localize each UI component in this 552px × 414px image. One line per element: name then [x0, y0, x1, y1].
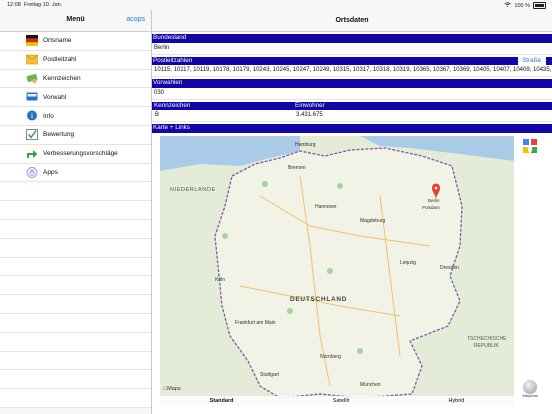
svg-text:TSCHECHISCHE: TSCHECHISCHE [467, 336, 507, 342]
map-type-hybrid[interactable]: Hybrid [448, 396, 464, 406]
arrow-icon [26, 148, 38, 159]
section-kennzeichen-einwohner: Kennzeichen Einwohner [152, 101, 552, 110]
checkmark-icon [26, 129, 38, 140]
list-row-empty [0, 333, 151, 352]
status-bar: 12:08 Freitag 10. Jan. 100 % [0, 0, 552, 10]
kennzeichen-value: B [155, 112, 160, 118]
section-postleitzahlen: Postleitzahlen Straße [152, 56, 552, 65]
list-row-empty [0, 258, 151, 277]
sidebar-item-info[interactable]: i Info [0, 107, 151, 126]
sidebar: Menü acops Ortsname Postleitzahl Kennzei… [0, 10, 152, 414]
einwohner-value: 3.431.675 [296, 112, 323, 118]
plz-value: 10115, 10117, 10119, 10178, 10179, 10243… [152, 65, 552, 77]
map-label-muenchen: München [360, 382, 381, 388]
page-title: Ortsdaten [152, 10, 552, 32]
sidebar-item-kennzeichen[interactable]: Kennzeichen [0, 69, 151, 89]
map-type-selector: Standard Satellit Hybrid [160, 396, 514, 406]
wifi-icon [504, 2, 512, 9]
sidebar-item-ortsname[interactable]: Ortsname [0, 32, 151, 51]
section-karte-links: Karte + Links [152, 124, 552, 133]
map-label-niederlande: NIEDERLANDE [170, 187, 216, 193]
list-row-empty [0, 389, 151, 408]
map-label-stuttgart: Stuttgart [260, 372, 280, 378]
sidebar-item-label: Verbesserungsvorschläge [43, 150, 118, 158]
sidebar-item-vorwahl[interactable]: Vorwahl [0, 88, 151, 108]
main-panel: Ortsdaten Bundesland Berlin Postleitzahl… [152, 10, 552, 414]
phone-card-icon [26, 91, 38, 102]
map-label-hamburg: Hamburg [295, 142, 316, 148]
wikipedia-icon[interactable]: Wikipedia [519, 380, 541, 404]
sidebar-item-label: Ortsname [43, 37, 72, 45]
section-vorwahlen: Vorwahlen [152, 79, 552, 88]
map-label-berlin: Berlin [428, 198, 440, 203]
map-label-bremen: Bremen [288, 165, 306, 171]
sidebar-item-apps[interactable]: Apps [0, 163, 151, 183]
list-row-empty [0, 220, 151, 239]
status-date: Freitag 10. Jan. [24, 2, 63, 8]
section-label: Postleitzahlen [153, 56, 193, 64]
map-label-magdeburg: Magdeburg [360, 218, 386, 224]
map-label-dresden: Dresden [440, 265, 459, 271]
sidebar-list: Ortsname Postleitzahl Kennzeichen Vorwah… [0, 32, 151, 408]
envelope-icon [26, 54, 38, 65]
sidebar-item-label: Apps [43, 168, 58, 176]
bundesland-value: Berlin [152, 43, 552, 55]
list-row-empty [0, 352, 151, 371]
map-type-satellit[interactable]: Satellit [333, 396, 350, 406]
list-row-empty [0, 276, 151, 296]
map-label-hannover: Hannover [315, 204, 337, 210]
money-icon [26, 73, 38, 84]
germany-flag-icon [26, 35, 38, 46]
map-label-koeln: Köln [215, 277, 225, 283]
list-row-empty [0, 295, 151, 314]
map-canvas: NIEDERLANDE DEUTSCHLAND TSCHECHISCHE REP… [160, 136, 514, 406]
map-label-potsdam: Potsdam [422, 205, 440, 210]
svg-text:g: g [527, 142, 533, 152]
vorwahl-value: 030 [152, 88, 552, 100]
strasse-link[interactable]: Straße [518, 56, 546, 65]
info-globe-icon: i [26, 110, 38, 121]
map-type-standard[interactable]: Standard [210, 396, 234, 406]
sidebar-item-label: Info [43, 112, 54, 120]
map-label-leipzig: Leipzig [400, 260, 416, 266]
wikipedia-globe-icon [523, 380, 537, 394]
kennzeichen-einwohner-values: B 3.431.675 [152, 110, 552, 122]
list-row-empty [0, 314, 151, 333]
section-bundesland: Bundesland [152, 34, 552, 43]
sidebar-item-label: Bewertung [43, 131, 75, 139]
battery-label: 100 % [514, 2, 530, 9]
wikipedia-label: Wikipedia [522, 394, 538, 398]
status-time: 12:08 [7, 2, 21, 8]
sidebar-header: Menü acops [0, 10, 151, 32]
apps-icon [26, 166, 38, 178]
svg-text:REPUBLIK: REPUBLIK [474, 343, 499, 349]
map-view[interactable]: NIEDERLANDE DEUTSCHLAND TSCHECHISCHE REP… [160, 136, 514, 406]
sidebar-item-label: Kennzeichen [43, 74, 81, 82]
status-right: 100 % [504, 2, 546, 9]
list-row-empty [0, 182, 151, 202]
google-search-icon[interactable]: g [522, 138, 538, 156]
map-label-country: DEUTSCHLAND [290, 296, 347, 303]
battery-icon [533, 2, 546, 9]
sidebar-item-postleitzahl[interactable]: Postleitzahl [0, 50, 151, 70]
sidebar-item-bewertung[interactable]: Bewertung [0, 125, 151, 145]
sidebar-item-label: Postleitzahl [43, 56, 77, 64]
apple-maps-logo: Maps [163, 386, 181, 392]
list-row-empty [0, 201, 151, 220]
map-label-frankfurt: Frankfurt am Main [235, 320, 276, 326]
list-row-empty [0, 239, 151, 258]
list-row-empty [0, 370, 151, 390]
kennzeichen-header: Kennzeichen [154, 101, 191, 109]
sidebar-item-verbesserungsvorschlaege[interactable]: Verbesserungsvorschläge [0, 144, 151, 164]
einwohner-header: Einwohner [295, 101, 325, 109]
map-label-nuernberg: Nürnberg [320, 354, 341, 360]
acops-link[interactable]: acops [126, 16, 145, 23]
sidebar-item-label: Vorwahl [43, 93, 67, 101]
